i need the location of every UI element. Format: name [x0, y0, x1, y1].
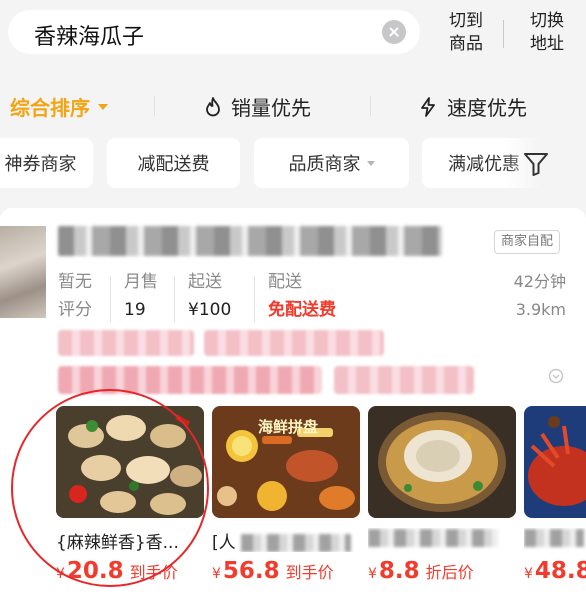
filter-chip-delivery-fee[interactable]: 减配送费 [107, 138, 240, 188]
search-input[interactable]: 香辣海瓜子 [34, 19, 144, 51]
dish-image [368, 406, 516, 518]
dish-image [56, 406, 204, 518]
currency-symbol: ¥ [56, 566, 65, 582]
monthly-sales-label: 月售 [124, 272, 158, 292]
price-value: 8.8 [378, 558, 420, 584]
dish-price: ¥ 56.8 到手价 [212, 558, 360, 584]
filter-chip-quality[interactable]: 品质商家 [254, 138, 409, 188]
dish-name-text: [人 [212, 533, 236, 552]
divider [110, 276, 111, 322]
store-delivery: 配送 免配送费 [268, 268, 336, 324]
dish-price: ¥ 48.8 [524, 558, 586, 584]
dish-image-caption: 海鲜拼盘 [258, 418, 319, 436]
switch-address-line2: 地址 [530, 34, 564, 54]
store-avatar [0, 226, 46, 318]
divider [154, 96, 155, 116]
caret-down-icon [98, 103, 108, 110]
dish-item[interactable]: ¥ 8.8 折后价 [368, 406, 516, 584]
eta-value: 42分钟 [513, 272, 566, 291]
price-value: 20.8 [66, 558, 124, 584]
promo-tag-blurred [334, 366, 474, 394]
switch-address-button[interactable]: 切换 地址 [521, 10, 573, 56]
divider [370, 96, 371, 116]
sort-speed-label: 速度优先 [447, 96, 527, 120]
lightning-icon [421, 96, 435, 117]
dish-name: [人 [212, 528, 360, 552]
store-rating: 暂无 评分 [58, 268, 92, 324]
sort-speed[interactable]: 速度优先 [419, 92, 527, 121]
min-order-value: ¥100 [188, 300, 232, 320]
divider [174, 276, 175, 322]
switch-address-line1: 切换 [530, 11, 564, 31]
expand-more-icon[interactable] [548, 368, 564, 384]
dish-name: {麻辣鲜香}香... [56, 533, 179, 552]
caret-down-icon [366, 160, 375, 166]
currency-symbol: ¥ [368, 566, 377, 582]
dish-name [524, 528, 586, 552]
filter-chip-label: 品质商家 [288, 154, 361, 175]
top-bar: 香辣海瓜子 切到 商品 切换 地址 [0, 0, 586, 70]
search-bar[interactable]: 香辣海瓜子 [8, 10, 420, 54]
sort-sales[interactable]: 销量优先 [205, 92, 311, 121]
filter-chip-label: 减配送费 [137, 154, 210, 175]
dish-image: 海鲜拼盘 [212, 406, 360, 518]
store-card[interactable]: 商家自配 暂无 评分 月售 19 起送 ¥100 配送 免配送费 42分钟 3.… [0, 208, 586, 601]
divider [503, 20, 504, 48]
store-monthly-sales: 月售 19 [124, 268, 158, 324]
sort-bar: 综合排序 销量优先 速度优先 [0, 80, 586, 130]
filter-icon[interactable] [522, 150, 550, 178]
divider [254, 276, 255, 322]
dish-item[interactable]: {麻辣鲜香}香... ¥ 20.8 到手价 [56, 406, 204, 584]
currency-symbol: ¥ [212, 566, 221, 582]
monthly-sales-value: 19 [124, 300, 146, 320]
switch-to-product-button[interactable]: 切到 商品 [440, 10, 492, 56]
rating-line1: 暂无 [58, 272, 92, 292]
store-name-blurred [58, 226, 442, 256]
filter-chip-label: 神券商家 [4, 154, 77, 175]
switch-product-line1: 切到 [449, 11, 483, 31]
dish-name-blurred [368, 529, 498, 547]
store-min-order: 起送 ¥100 [188, 268, 231, 324]
price-suffix: 折后价 [425, 563, 474, 582]
price-suffix: 到手价 [285, 563, 334, 582]
fire-icon [206, 96, 220, 116]
sort-sales-label: 销量优先 [231, 96, 311, 120]
delivery-type-badge: 商家自配 [494, 230, 561, 254]
promo-tag-blurred [58, 366, 322, 394]
switch-product-line2: 商品 [449, 34, 483, 54]
dish-item[interactable]: 海鲜拼盘 [人 ¥ 56.8 到手价 [212, 406, 360, 584]
distance-value: 3.9km [515, 300, 566, 319]
delivery-label: 配送 [268, 272, 302, 292]
price-value: 56.8 [222, 558, 280, 584]
rating-line2: 评分 [58, 300, 92, 320]
price-value: 48.8 [534, 558, 586, 584]
dish-name [368, 528, 516, 552]
dish-price: ¥ 8.8 折后价 [368, 558, 516, 584]
sort-comprehensive-label: 综合排序 [10, 96, 90, 120]
store-distance: 42分钟 3.9km [514, 268, 566, 324]
dish-image [524, 406, 586, 518]
delivery-fee-value: 免配送费 [268, 300, 336, 320]
filter-chips: 神券商家 减配送费 品质商家 满减优惠 [0, 138, 586, 190]
promo-tag-blurred [58, 330, 194, 356]
min-order-label: 起送 [188, 272, 222, 292]
promo-tag-blurred [204, 330, 384, 356]
dish-name-blurred [524, 529, 584, 547]
clear-icon[interactable] [382, 20, 406, 44]
dish-name-blurred [241, 534, 352, 552]
filter-chip-coupon[interactable]: 神券商家 [0, 138, 93, 188]
currency-symbol: ¥ [524, 566, 533, 582]
price-suffix: 到手价 [129, 563, 178, 582]
dish-price: ¥ 20.8 到手价 [56, 558, 204, 584]
sort-comprehensive[interactable]: 综合排序 [10, 92, 108, 121]
dish-item[interactable]: ¥ 48.8 [524, 406, 586, 584]
